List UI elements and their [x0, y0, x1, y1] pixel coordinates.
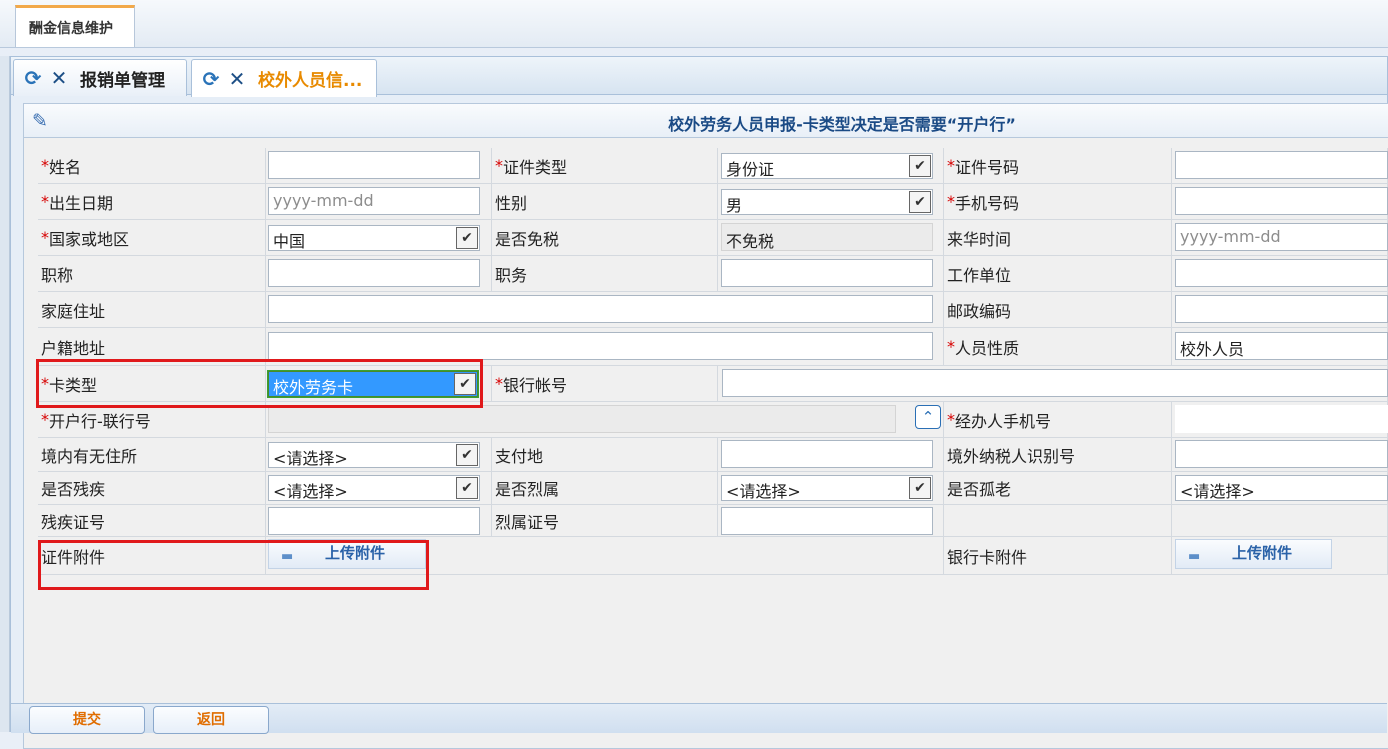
tab-label: 校外人员信... — [258, 71, 363, 91]
tab-remuneration-maintenance[interactable]: 酬金信息维护 — [15, 5, 135, 47]
left-edge-bar — [0, 56, 10, 732]
label-title-rank: 职称 — [38, 256, 266, 292]
country-select[interactable]: 中国 ✔ — [268, 225, 480, 251]
label-id-type: * 证件类型 — [492, 148, 718, 184]
highlight-box-card-type — [36, 359, 483, 408]
label-postcode: 邮政编码 — [944, 292, 1172, 328]
chevron-down-icon: ✔ — [456, 227, 478, 249]
label-person-type: * 人员性质 — [944, 328, 1172, 366]
hukou-address-input[interactable] — [268, 332, 933, 360]
foreign-tax-id-input[interactable] — [1175, 440, 1388, 468]
mobile-input[interactable] — [1175, 187, 1388, 215]
label-martyr-cert: 烈属证号 — [492, 505, 718, 537]
form-footer: 提交 返回 — [11, 703, 1387, 734]
bank-card-attachment-upload-button[interactable]: ▬ 上传附件 — [1175, 539, 1332, 569]
tax-exempt-value: 不免税 — [721, 223, 933, 251]
label-domestic-residence: 境内有无住所 — [38, 438, 266, 472]
bank-branch-input[interactable] — [268, 405, 896, 433]
home-address-input[interactable] — [268, 295, 933, 323]
chevron-down-icon: ✔ — [909, 477, 931, 499]
employer-input[interactable] — [1175, 259, 1388, 287]
close-icon[interactable]: ✕ — [224, 67, 250, 91]
martyr-cert-input[interactable] — [721, 507, 933, 535]
orphan-elder-select[interactable]: <请选择> — [1175, 475, 1388, 501]
handler-mobile-input[interactable] — [1175, 405, 1388, 433]
label-mobile: * 手机号码 — [944, 184, 1172, 220]
martyr-select[interactable]: <请选择> ✔ — [721, 475, 933, 501]
label-foreign-tax-id: 境外纳税人识别号 — [944, 438, 1172, 472]
folder-icon: ▬ — [1188, 549, 1201, 564]
top-tab-strip: 酬金信息维护 — [0, 0, 1388, 48]
label-home-address: 家庭住址 — [38, 292, 266, 328]
submit-button[interactable]: 提交 — [29, 706, 145, 734]
cell — [1172, 505, 1388, 537]
birth-date-input[interactable]: yyyy-mm-dd — [268, 187, 480, 215]
refresh-icon[interactable]: ⟳ — [20, 66, 46, 90]
label-name: * 姓名 — [38, 148, 266, 184]
label-handler-mobile: * 经办人手机号 — [944, 402, 1172, 438]
disabled-select[interactable]: <请选择> ✔ — [268, 475, 480, 501]
back-button[interactable]: 返回 — [153, 706, 269, 734]
label-arrival-time: 来华时间 — [944, 220, 1172, 256]
refresh-icon[interactable]: ⟳ — [198, 67, 224, 91]
label-pay-place: 支付地 — [492, 438, 718, 472]
tab-external-person-info[interactable]: ⟳ ✕ 校外人员信... — [191, 59, 377, 97]
label-tax-exempt: 是否免税 — [492, 220, 718, 256]
chevron-up-icon[interactable]: ⌃ — [915, 405, 941, 429]
title-rank-input[interactable] — [268, 259, 480, 287]
id-type-select[interactable]: 身份证 ✔ — [721, 153, 933, 179]
sub-tab-bar: ⟳ ✕ 报销单管理 ⟳ ✕ 校外人员信... — [11, 57, 1387, 97]
id-number-input[interactable] — [1175, 151, 1388, 179]
domestic-residence-select[interactable]: <请选择> ✔ — [268, 442, 480, 468]
tab-reimbursement-management[interactable]: ⟳ ✕ 报销单管理 — [13, 59, 187, 96]
label-bank-card-attachment: 银行卡附件 — [944, 537, 1172, 575]
label-disabled: 是否残疾 — [38, 472, 266, 505]
label-employer: 工作单位 — [944, 256, 1172, 292]
label-disability-cert: 残疾证号 — [38, 505, 266, 537]
chevron-down-icon: ✔ — [909, 155, 931, 177]
form-header: ✎ 校外劳务人员申报-卡类型决定是否需要“开户行” — [24, 104, 1388, 138]
label-country: * 国家或地区 — [38, 220, 266, 256]
chevron-down-icon: ✔ — [909, 191, 931, 213]
close-icon[interactable]: ✕ — [46, 66, 72, 90]
label-gender: 性别 — [492, 184, 718, 220]
chevron-down-icon: ✔ — [456, 477, 478, 499]
chevron-down-icon: ✔ — [456, 444, 478, 466]
arrival-time-input[interactable]: yyyy-mm-dd — [1175, 223, 1388, 251]
form-title: 校外劳务人员申报-卡类型决定是否需要“开户行” — [668, 115, 1016, 134]
label-birth-date: * 出生日期 — [38, 184, 266, 220]
postcode-input[interactable] — [1175, 295, 1388, 323]
highlight-box-id-attachment — [38, 540, 429, 590]
label-bank-account: * 银行帐号 — [492, 366, 718, 402]
cell — [944, 505, 1172, 537]
label-id-number: * 证件号码 — [944, 148, 1172, 184]
pay-place-input[interactable] — [721, 440, 933, 468]
label-martyr: 是否烈属 — [492, 472, 718, 505]
name-input[interactable] — [268, 151, 480, 179]
label-position: 职务 — [492, 256, 718, 292]
person-type-input[interactable]: 校外人员 — [1175, 332, 1388, 360]
position-input[interactable] — [721, 259, 933, 287]
disability-cert-input[interactable] — [268, 507, 480, 535]
tab-label: 报销单管理 — [80, 70, 165, 91]
gender-select[interactable]: 男 ✔ — [721, 189, 933, 215]
label-orphan-elder: 是否孤老 — [944, 472, 1172, 505]
bank-account-input[interactable] — [722, 369, 1388, 397]
